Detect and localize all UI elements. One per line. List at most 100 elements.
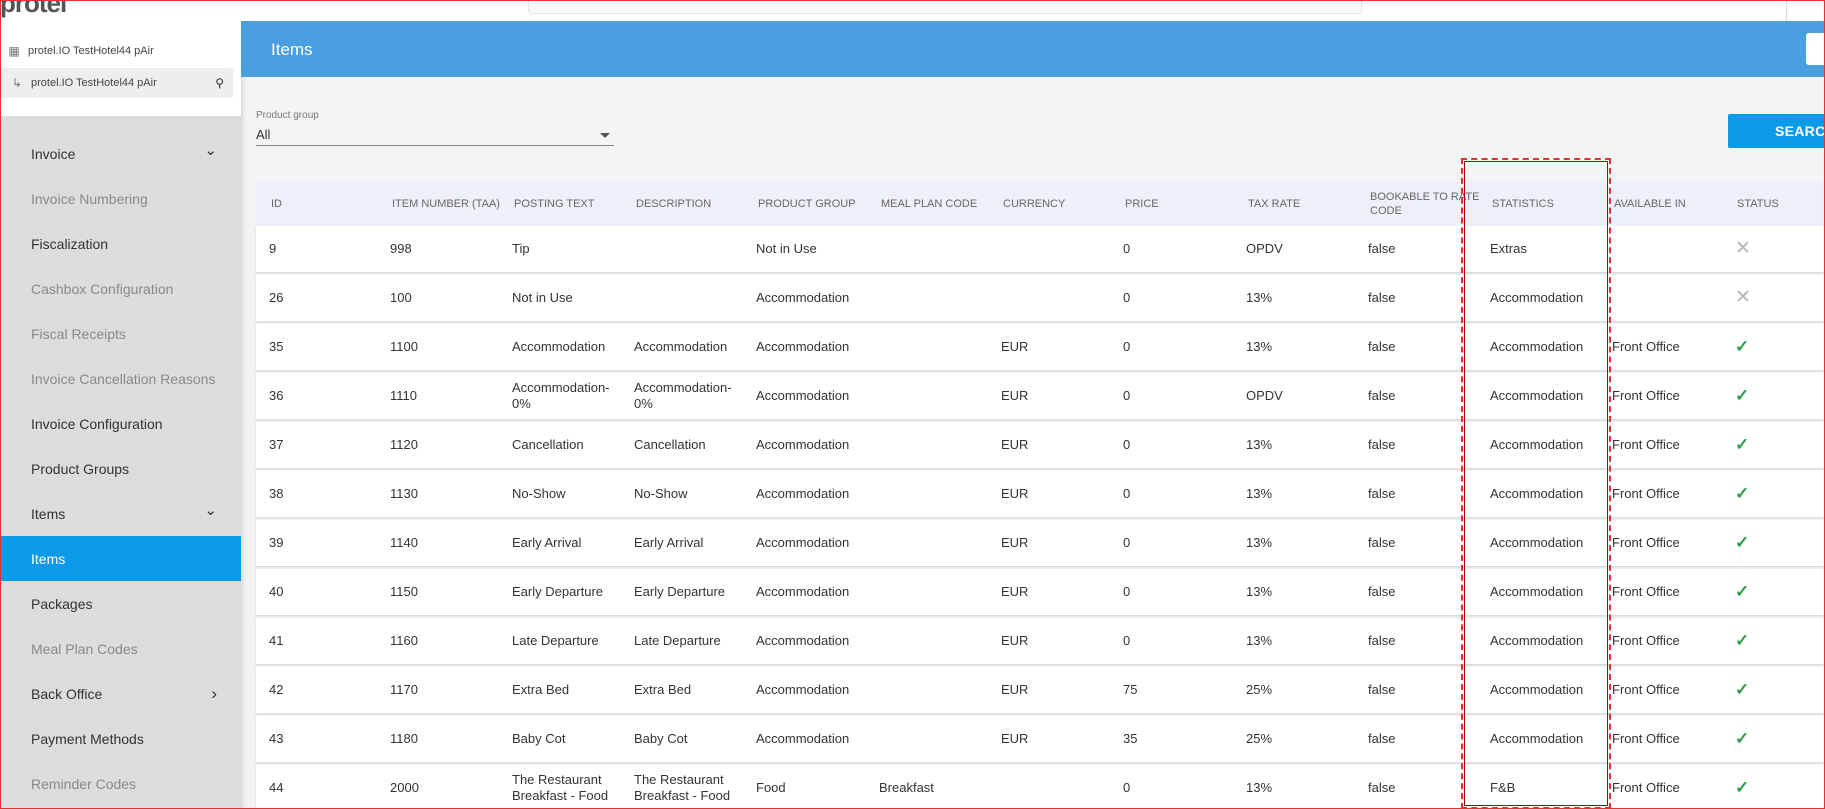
table-row[interactable]: 39 1140 Early Arrival Early Arrival Accommod… (256, 520, 1825, 566)
cell-currency (1001, 226, 1111, 272)
table-row[interactable]: 38 1130 No-Show No-Show Accommodation EUR 0 13%… (256, 471, 1825, 517)
cell-id: 38 (269, 486, 284, 501)
cell-product-group: Accommodation (756, 633, 850, 648)
cell-currency: EUR (1001, 486, 1029, 501)
cell-item-number-taa: 1110 (390, 388, 417, 403)
cell-price: 0 (1123, 633, 1131, 648)
checkmark-icon: ✓ (1735, 484, 1750, 503)
cell-posting-text: Late Departure (512, 633, 599, 648)
table-row[interactable]: 37 1120 Cancellation Cancellation Accommodat… (256, 422, 1825, 468)
cell-description: Accommodation-0% (634, 380, 732, 411)
property-row[interactable]: ▦ protel.IO TestHotel44 pAir (6, 36, 153, 66)
column-header-description[interactable]: DESCRIPTION (636, 182, 751, 226)
sidebar-item-product-groups[interactable]: Product Groups (0, 446, 241, 491)
cell-id: 41 (269, 633, 284, 648)
column-header-product-group[interactable]: PRODUCT GROUP (758, 182, 873, 226)
sidebar-item-items[interactable]: Items ⌄ (0, 491, 241, 536)
cell-description: Accommodation (634, 339, 728, 354)
cell-tax-rate: 13% (1246, 339, 1273, 354)
cell-statistics: Accommodation (1490, 535, 1584, 550)
top-bar (241, 0, 1825, 21)
cell-available-in: Front Office (1612, 682, 1680, 697)
cell-price: 0 (1123, 535, 1131, 550)
table-row[interactable]: 35 1100 Accommodation Accommodation Accommod… (256, 324, 1825, 370)
cell-posting-text: The Restaurant Breakfast - Food (512, 772, 609, 803)
sidebar-item-invoice-configuration[interactable]: Invoice Configuration (0, 401, 241, 446)
chevron-right-icon[interactable]: › (211, 684, 217, 704)
cell-description: Baby Cot (634, 731, 688, 746)
cell-description: The Restaurant Breakfast - Food (634, 772, 731, 803)
sidebar-item-reminder-codes[interactable]: Reminder Codes (0, 761, 241, 806)
cell-bookable-to-rate-code: false (1368, 633, 1396, 648)
sidebar-item-invoice-cancellation-reasons[interactable]: Invoice Cancellation Reasons (0, 356, 241, 401)
table-row[interactable]: 42 1170 Extra Bed Extra Bed Accommodation EUR… (256, 667, 1825, 713)
sidebar: protel ▦ protel.IO TestHotel44 pAir ↳ pr… (0, 0, 241, 809)
sidebar-item-back-office[interactable]: Back Office › (0, 671, 241, 716)
table-row[interactable]: 26 100 Not in Use Accommodation 0 13% false Acc… (256, 275, 1825, 321)
chevron-down-icon[interactable]: ⌄ (204, 501, 217, 519)
column-header-currency[interactable]: CURRENCY (1003, 182, 1113, 226)
sidebar-item-packages[interactable]: Packages (0, 581, 241, 626)
table-row[interactable]: 36 1110 Accommodation-0% Accommodation-0% Ac… (256, 373, 1825, 419)
sidebar-item-invoice[interactable]: Invoice ⌄ (0, 131, 241, 176)
table-row[interactable]: 44 2000 The Restaurant Breakfast - Food The… (256, 765, 1825, 809)
header-action-button[interactable] (1806, 33, 1825, 65)
column-header-status[interactable]: STATUS (1737, 182, 1817, 226)
sidebar-item-cashbox-configuration[interactable]: Cashbox Configuration (0, 266, 241, 311)
table-row[interactable]: 41 1160 Late Departure Late Departure Accomm… (256, 618, 1825, 664)
table-row[interactable]: 9 998 Tip Not in Use 0 OPDV false Extras ✕ (256, 226, 1825, 272)
sidebar-item-items[interactable]: Items (0, 536, 241, 581)
cell-posting-text: Baby Cot (512, 731, 566, 746)
checkmark-icon: ✓ (1735, 435, 1750, 454)
dropdown-caret-icon (600, 133, 610, 138)
cell-tax-rate: 25% (1246, 682, 1273, 697)
cell-tax-rate: 13% (1246, 584, 1273, 599)
cell-product-group: Accommodation (756, 388, 850, 403)
cell-item-number-taa: 1150 (390, 584, 418, 599)
cell-statistics: Accommodation (1490, 731, 1584, 746)
cell-available-in: Front Office (1612, 486, 1680, 501)
sidebar-item-payment-methods[interactable]: Payment Methods (0, 716, 241, 761)
chevron-down-icon[interactable]: ⌄ (204, 141, 217, 159)
column-header-id[interactable]: ID (271, 182, 381, 226)
column-header-available-in[interactable]: AVAILABLE IN (1614, 182, 1724, 226)
cell-item-number-taa: 1130 (390, 486, 418, 501)
table-row[interactable]: 43 1180 Baby Cot Baby Cot Accommodation EUR 35… (256, 716, 1825, 762)
column-header-posting-text[interactable]: POSTING TEXT (514, 182, 629, 226)
cell-meal-plan-code (879, 373, 994, 419)
cell-price: 35 (1123, 731, 1138, 746)
search-icon[interactable]: ⚲ (215, 76, 224, 90)
column-header-tax-rate[interactable]: TAX RATE (1248, 182, 1358, 226)
cell-id: 39 (269, 535, 284, 550)
cell-item-number-taa: 1170 (390, 682, 418, 697)
column-header-price[interactable]: PRICE (1125, 182, 1235, 226)
cell-id: 9 (269, 241, 277, 256)
cell-id: 42 (269, 682, 284, 697)
sidebar-item-fiscalization[interactable]: Fiscalization (0, 221, 241, 266)
table-row[interactable]: 40 1150 Early Departure Early Departure Acco… (256, 569, 1825, 615)
cell-bookable-to-rate-code: false (1368, 290, 1396, 305)
cell-meal-plan-code (879, 667, 994, 713)
cell-price: 0 (1123, 241, 1131, 256)
cell-price: 75 (1123, 682, 1138, 697)
column-header-meal-plan-code[interactable]: MEAL PLAN CODE (881, 182, 996, 226)
column-header-bookable-to-rate-code[interactable]: BOOKABLE TO RATE CODE (1370, 182, 1485, 226)
search-button[interactable]: SEARCH (1728, 114, 1825, 148)
cell-meal-plan-code: Breakfast (879, 780, 934, 795)
status-cell: ✓ (1735, 520, 1815, 566)
product-group-select[interactable]: All (256, 124, 614, 146)
sidebar-item-invoice-numbering[interactable]: Invoice Numbering (0, 176, 241, 221)
column-header-statistics[interactable]: STATISTICS (1492, 182, 1607, 226)
cell-tax-rate: 13% (1246, 780, 1273, 795)
global-search-bar[interactable] (528, 0, 1362, 14)
sidebar-item-meal-plan-codes[interactable]: Meal Plan Codes (0, 626, 241, 671)
column-header-item-number-taa[interactable]: ITEM NUMBER (TAA) (392, 182, 502, 226)
property-selector[interactable]: ↳ protel.IO TestHotel44 pAir ⚲ (1, 68, 233, 98)
cell-available-in: Front Office (1612, 584, 1680, 599)
cell-meal-plan-code (879, 275, 994, 321)
cell-meal-plan-code (879, 716, 994, 762)
subdirectory-arrow-icon: ↳ (11, 76, 23, 90)
cell-id: 36 (269, 388, 284, 403)
cell-description: Early Departure (634, 584, 726, 599)
sidebar-item-fiscal-receipts[interactable]: Fiscal Receipts (0, 311, 241, 356)
